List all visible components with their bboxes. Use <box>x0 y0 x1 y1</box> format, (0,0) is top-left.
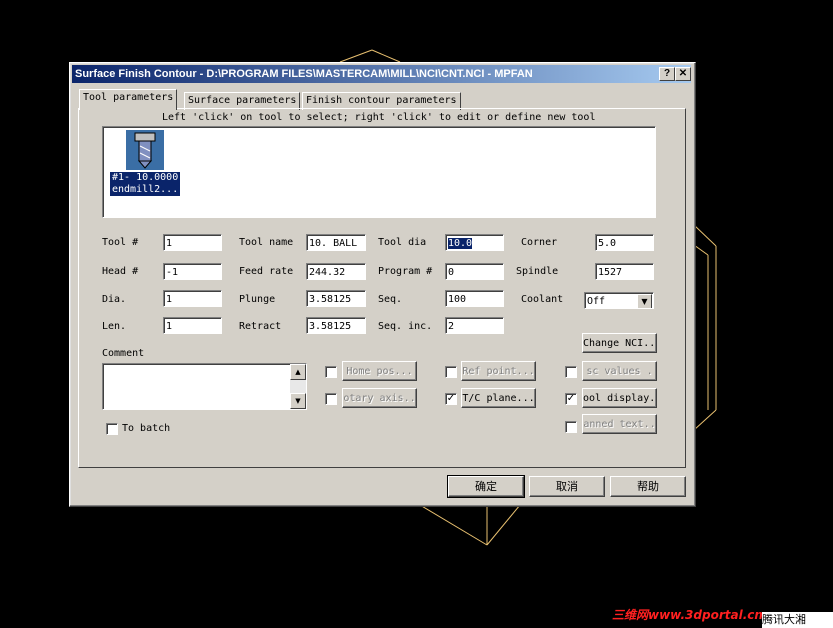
comment-textarea[interactable]: ▲ ▼ <box>102 363 307 410</box>
help-dialog-button[interactable]: 帮助 <box>610 476 686 497</box>
endmill-tool-icon[interactable] <box>126 130 164 170</box>
retract-input[interactable]: 3.58125 <box>306 317 366 334</box>
to-batch-checkbox[interactable] <box>106 423 118 435</box>
feed-rate-label: Feed rate <box>239 266 294 277</box>
misc-values-checkbox[interactable] <box>565 366 577 378</box>
plunge-input[interactable]: 3.58125 <box>306 290 366 307</box>
tool-dia-label: Tool dia <box>378 237 427 248</box>
watermark: 三维网www.3dportal.cn <box>612 608 763 622</box>
coolant-label: Coolant <box>521 294 564 305</box>
home-pos-button[interactable]: Home pos... <box>342 361 417 381</box>
program-num-input[interactable]: 0 <box>445 263 504 280</box>
help-button[interactable]: ? <box>659 67 675 81</box>
window-title: Surface Finish Contour - D:\PROGRAM FILE… <box>75 68 533 80</box>
rotary-axis-checkbox[interactable] <box>325 393 337 405</box>
rotary-axis-button[interactable]: otary axis.. <box>342 388 417 408</box>
corner-label: Corner <box>521 237 558 248</box>
seq-input[interactable]: 100 <box>445 290 504 307</box>
scroll-up-icon[interactable]: ▲ <box>290 364 306 380</box>
tool-list[interactable]: #1- 10.0000 endmill2... <box>102 126 656 218</box>
ref-point-button[interactable]: Ref point... <box>461 361 536 381</box>
to-batch-label: To batch <box>122 423 171 434</box>
cancel-button[interactable]: 取消 <box>529 476 605 497</box>
ok-button[interactable]: 确定 <box>447 475 525 498</box>
ref-point-checkbox[interactable] <box>445 366 457 378</box>
retract-label: Retract <box>239 321 282 332</box>
seq-inc-input[interactable]: 2 <box>445 317 504 334</box>
canned-text-checkbox[interactable] <box>565 421 577 433</box>
tool-num-input[interactable]: 1 <box>163 234 222 251</box>
home-pos-checkbox[interactable] <box>325 366 337 378</box>
tc-plane-button[interactable]: T/C plane... <box>461 388 536 408</box>
len-input[interactable]: 1 <box>163 317 222 334</box>
feed-rate-input[interactable]: 244.32 <box>306 263 366 280</box>
program-num-label: Program # <box>378 266 433 277</box>
corner-input[interactable]: 5.0 <box>595 234 654 251</box>
spindle-label: Spindle <box>516 266 559 277</box>
canned-text-button[interactable]: anned text.. <box>582 414 657 434</box>
tool-name-input[interactable]: 10. BALL <box>306 234 366 251</box>
tc-plane-checkbox[interactable]: ✓ <box>445 393 457 405</box>
head-num-input[interactable]: -1 <box>163 263 222 280</box>
tab-tool-parameters[interactable]: Tool parameters <box>79 89 178 110</box>
len-label: Len. <box>102 321 127 332</box>
corner-label: 腾讯大湘 <box>762 612 833 628</box>
seq-inc-label: Seq. inc. <box>378 321 433 332</box>
tool-caption-line2: endmill2... <box>112 184 179 195</box>
spindle-input[interactable]: 1527 <box>595 263 654 280</box>
close-button[interactable]: ✕ <box>675 67 691 81</box>
tool-display-button[interactable]: ool display.. <box>582 388 657 408</box>
dia-input[interactable]: 1 <box>163 290 222 307</box>
tool-display-checkbox[interactable]: ✓ <box>565 393 577 405</box>
coolant-select[interactable]: Off ▼ <box>584 292 654 309</box>
misc-values-button[interactable]: sc values . <box>582 361 657 381</box>
tool-dia-selected-text: 10.0 <box>448 238 473 249</box>
plunge-label: Plunge <box>239 294 276 305</box>
comment-label: Comment <box>102 348 145 359</box>
scroll-down-icon[interactable]: ▼ <box>290 393 306 409</box>
chevron-down-icon[interactable]: ▼ <box>637 294 652 308</box>
tool-caption-line1: #1- 10.0000 <box>112 172 179 183</box>
dia-label: Dia. <box>102 294 127 305</box>
title-bar[interactable]: Surface Finish Contour - D:\PROGRAM FILE… <box>72 65 691 83</box>
seq-label: Seq. <box>378 294 403 305</box>
head-num-label: Head # <box>102 266 139 277</box>
change-nci-button[interactable]: Change NCI... <box>582 333 657 353</box>
tool-name-label: Tool name <box>239 237 294 248</box>
tool-dia-input[interactable]: 10.0 <box>445 234 504 251</box>
comment-scrollbar[interactable]: ▲ ▼ <box>290 364 306 409</box>
tool-num-label: Tool # <box>102 237 139 248</box>
tool-caption[interactable]: #1- 10.0000 endmill2... <box>110 172 181 196</box>
tool-hint: Left 'click' on tool to select; right 'c… <box>162 112 596 123</box>
coolant-value: Off <box>587 296 606 307</box>
